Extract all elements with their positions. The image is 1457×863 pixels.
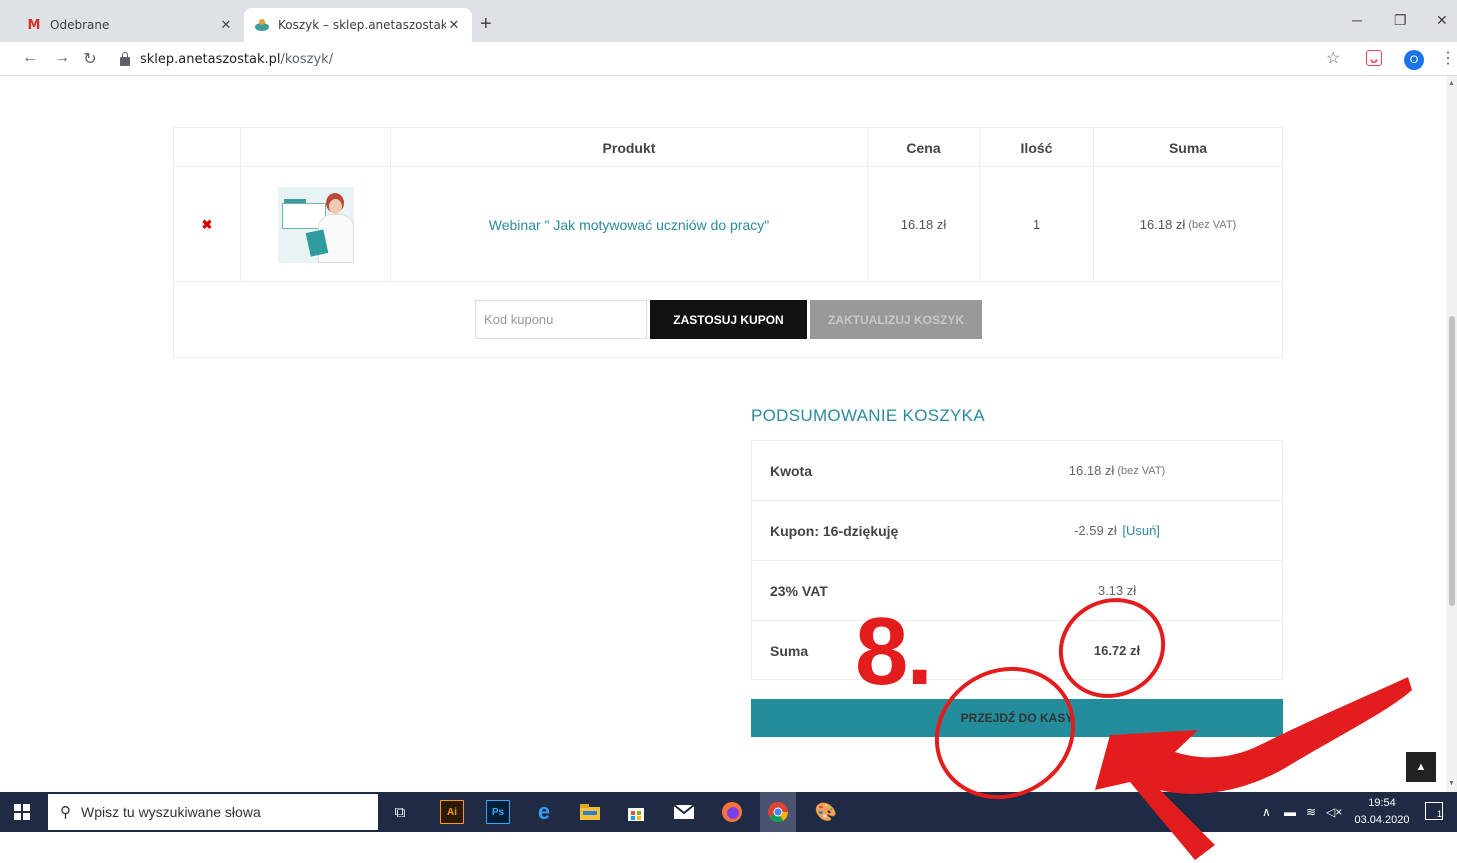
page-content: Produkt Cena Ilość Suma ✖ Webinar " Jak … — [0, 76, 1447, 792]
notification-count: 1 — [1436, 809, 1442, 819]
update-cart-button[interactable]: ZAKTUALIZUJ KOSZYK — [810, 300, 982, 339]
sum-label: Suma — [770, 642, 809, 659]
tab-gmail[interactable]: M Odebrane ✕ — [16, 8, 244, 42]
firefox-icon[interactable] — [720, 800, 744, 824]
url-host: sklep.anetaszostak.pl — [140, 51, 281, 67]
browser-toolbar: ← → ↻ sklep.anetaszostak.pl/koszyk/ ☆ ᴗ … — [0, 42, 1457, 76]
totals-row-sum: Suma 16.72 zł — [752, 621, 1282, 681]
item-total-cell: 16.18 zł (bez VAT) — [1094, 167, 1282, 282]
product-link[interactable]: Webinar " Jak motywować uczniów do pracy… — [489, 217, 769, 233]
coupon-code-input[interactable] — [475, 300, 647, 339]
restore-button[interactable]: ❐ — [1394, 12, 1407, 29]
illustrator-icon[interactable]: Ai — [440, 800, 464, 824]
close-icon[interactable]: ✕ — [446, 18, 462, 33]
minimize-button[interactable]: ─ — [1352, 12, 1362, 28]
subtotal-value: 16.18 zł — [1068, 463, 1115, 478]
windows-taskbar: ⚲ Wpisz tu wyszukiwane słowa ⧉ Ai Ps e 🎨… — [0, 792, 1457, 832]
bookmark-star-icon[interactable]: ☆ — [1326, 48, 1340, 68]
tab-title: Odebrane — [50, 18, 110, 32]
header-price: Cena — [906, 139, 941, 156]
tab-cart[interactable]: Koszyk – sklep.anetaszostak.pl ✕ — [244, 8, 472, 42]
totals-row-vat: 23% VAT 3.13 zł — [752, 561, 1282, 621]
vat-label: 23% VAT — [770, 582, 828, 599]
back-to-top-button[interactable]: ▲ — [1406, 752, 1436, 782]
scroll-thumb[interactable] — [1449, 316, 1455, 606]
product-name-cell: Webinar " Jak motywować uczniów do pracy… — [391, 167, 867, 282]
coupon-discount: -2.59 zł — [1074, 523, 1117, 538]
reload-icon[interactable]: ↻ — [80, 49, 100, 69]
remove-item-icon[interactable]: ✖ — [202, 217, 213, 233]
new-tab-button[interactable]: + — [480, 14, 492, 34]
totals-row-subtotal: Kwota 16.18 zł (bez VAT) — [752, 441, 1282, 501]
paint-icon[interactable]: 🎨 — [814, 800, 838, 824]
store-icon[interactable] — [624, 800, 648, 824]
pocket-extension-icon[interactable]: ᴗ — [1366, 50, 1382, 66]
subtotal-value-cell: 16.18 zł (bez VAT) — [972, 441, 1262, 500]
windows-start-icon[interactable] — [14, 804, 30, 820]
file-explorer-icon[interactable] — [578, 800, 602, 824]
edge-icon[interactable]: e — [532, 799, 556, 824]
cart-totals-title: PODSUMOWANIE KOSZYKA — [751, 406, 985, 425]
clock-date: 03.04.2020 — [1354, 814, 1410, 826]
subtotal-label: Kwota — [770, 462, 812, 479]
scroll-down-icon[interactable]: ▼ — [1448, 780, 1455, 787]
close-icon[interactable]: ✕ — [218, 18, 234, 33]
sum-value: 16.72 zł — [1093, 643, 1141, 658]
header-total: Suma — [1168, 139, 1208, 156]
chevron-up-icon: ▲ — [1415, 761, 1427, 773]
header-quantity: Ilość — [1020, 139, 1053, 156]
tray-chevron-icon[interactable]: ∧ — [1262, 792, 1271, 832]
lock-icon — [120, 51, 130, 66]
mail-icon[interactable] — [672, 800, 696, 824]
wifi-icon[interactable]: ≋ — [1306, 792, 1316, 832]
photoshop-icon[interactable]: Ps — [486, 800, 510, 824]
coupon-value-cell: -2.59 zł [Usuń] — [972, 501, 1262, 560]
address-bar[interactable]: sklep.anetaszostak.pl/koszyk/ — [112, 46, 1342, 72]
url-path: /koszyk/ — [280, 51, 334, 67]
product-thumbnail-cell — [241, 167, 390, 282]
remove-coupon-link[interactable]: [Usuń] — [1122, 523, 1160, 538]
item-quantity[interactable]: 1 — [980, 167, 1093, 282]
close-window-button[interactable]: ✕ — [1436, 12, 1448, 29]
gmail-icon: M — [27, 17, 41, 33]
product-thumbnail[interactable] — [277, 186, 354, 263]
taskbar-search-box[interactable]: ⚲ Wpisz tu wyszukiwane słowa — [48, 794, 378, 830]
remove-item-cell: ✖ — [174, 167, 240, 282]
proceed-to-checkout-button[interactable]: PRZEJDŹ DO KASY — [751, 699, 1283, 737]
vat-value: 3.13 zł — [1097, 583, 1137, 598]
annotation-step-number: 8. — [855, 598, 933, 705]
subtotal-note: (bez VAT) — [1117, 464, 1166, 477]
taskbar-search-placeholder: Wpisz tu wyszukiwane słowa — [81, 804, 261, 820]
apply-coupon-button[interactable]: ZASTOSUJ KUPON — [650, 300, 807, 339]
taskbar-clock[interactable]: 19:54 03.04.2020 — [1352, 795, 1412, 829]
profile-avatar[interactable]: O — [1404, 50, 1424, 70]
coupon-label: Kupon: 16-dziękuję — [770, 522, 899, 539]
forward-arrow-icon[interactable]: → — [52, 49, 72, 67]
totals-row-coupon: Kupon: 16-dziękuję -2.59 zł [Usuń] — [752, 501, 1282, 561]
volume-muted-icon[interactable]: ◁× — [1326, 792, 1342, 832]
battery-icon[interactable]: ▬ — [1284, 792, 1296, 832]
back-arrow-icon[interactable]: ← — [20, 49, 40, 67]
cart-table: Produkt Cena Ilość Suma ✖ Webinar " Jak … — [173, 127, 1283, 358]
tab-title: Koszyk – sklep.anetaszostak.pl — [278, 18, 446, 32]
item-total-note: (bez VAT) — [1188, 218, 1237, 231]
item-price: 16.18 zł — [900, 217, 947, 232]
clock-time: 19:54 — [1368, 797, 1396, 809]
scroll-up-icon[interactable]: ▲ — [1448, 80, 1455, 87]
browser-tab-strip: M Odebrane ✕ Koszyk – sklep.anetaszostak… — [0, 0, 1457, 42]
chrome-icon[interactable] — [760, 792, 796, 832]
kebab-menu-icon[interactable]: ⋮ — [1440, 48, 1456, 68]
site-favicon-icon — [254, 17, 270, 33]
cart-totals-table: Kwota 16.18 zł (bez VAT) Kupon: 16-dzięku… — [751, 440, 1283, 680]
header-product: Produkt — [602, 139, 656, 156]
page-scrollbar[interactable]: ▲ ▼ — [1447, 76, 1457, 792]
item-total: 16.18 zł — [1139, 217, 1186, 232]
task-view-icon[interactable]: ⧉ — [388, 800, 412, 824]
notification-center-icon[interactable]: 1 — [1425, 802, 1443, 820]
search-icon: ⚲ — [60, 804, 71, 821]
